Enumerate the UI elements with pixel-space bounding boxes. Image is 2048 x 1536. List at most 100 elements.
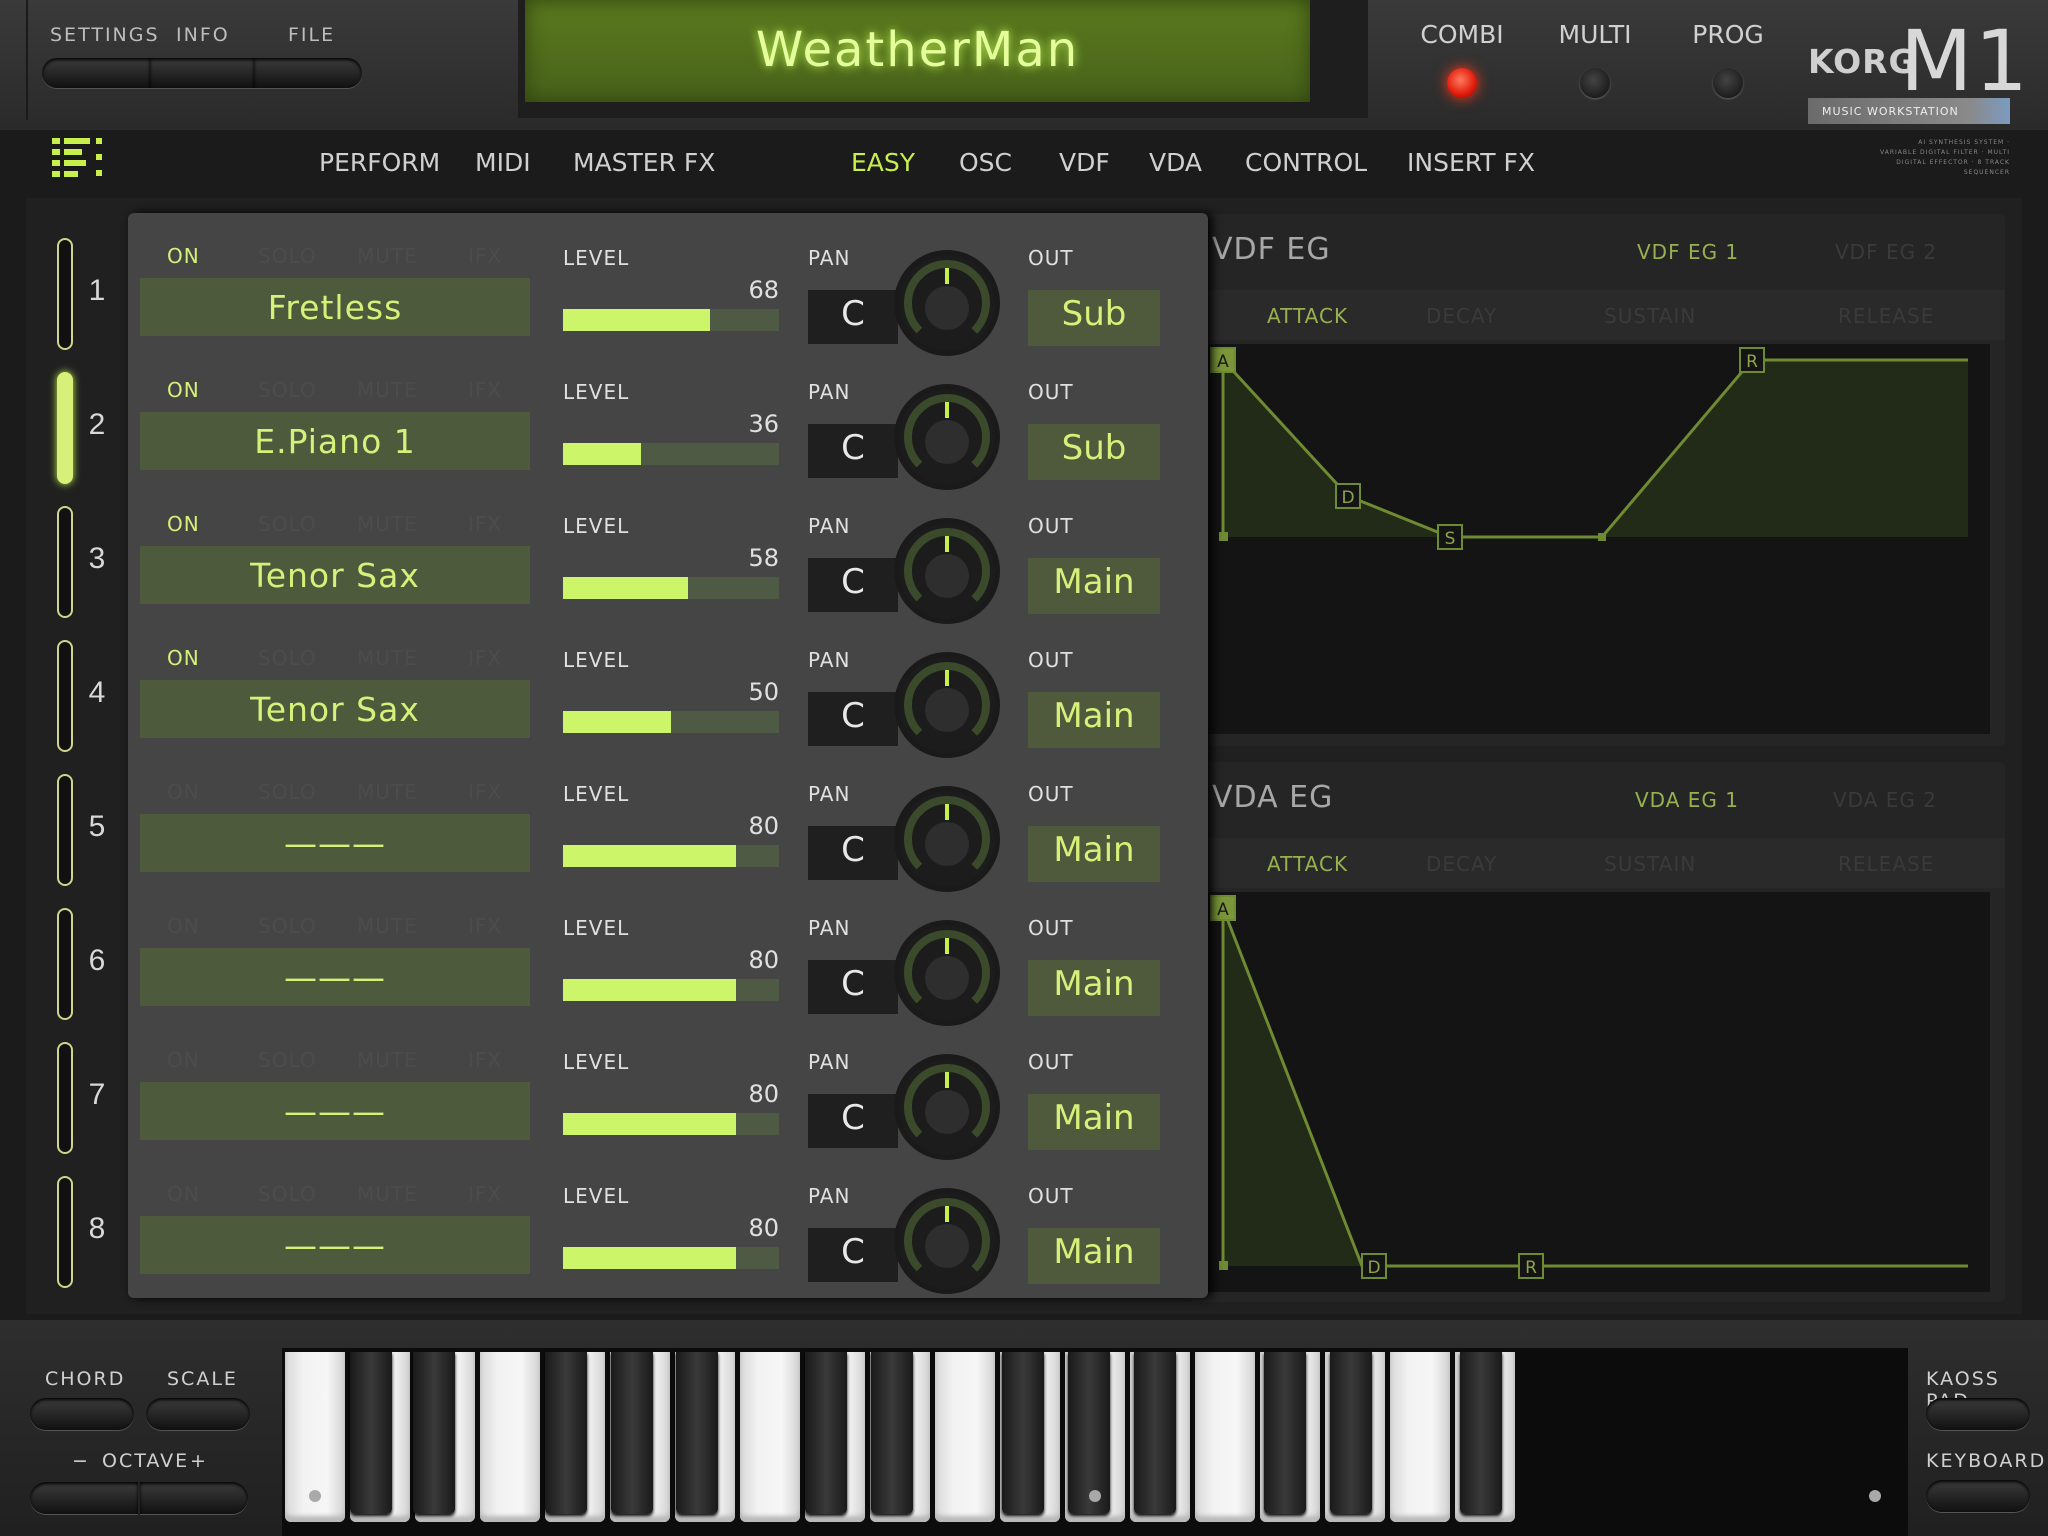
solo-toggle[interactable]: SOLO [258,780,317,804]
pan-knob[interactable] [894,250,1000,356]
black-key[interactable] [350,1352,392,1514]
solo-toggle[interactable]: SOLO [258,1182,317,1206]
tab-easy[interactable]: EASY [851,148,915,177]
on-toggle[interactable]: ON [167,244,200,268]
solo-toggle[interactable]: SOLO [258,512,317,536]
keyboard-button[interactable] [1926,1480,2030,1512]
vdf-eg-graph[interactable]: A D S R [1190,344,1990,734]
ifx-toggle[interactable]: IFX [468,780,502,804]
timbre-select-8[interactable] [57,1176,73,1288]
ifx-toggle[interactable]: IFX [468,646,502,670]
timbre-select-4[interactable] [57,640,73,752]
ifx-toggle[interactable]: IFX [468,914,502,938]
black-key[interactable] [611,1352,653,1514]
vdf-attack-tab[interactable]: ATTACK [1267,304,1348,328]
pan-knob[interactable] [894,518,1000,624]
on-toggle[interactable]: ON [167,914,200,938]
tab-perform[interactable]: PERFORM [319,148,440,177]
tab-vda[interactable]: VDA [1149,148,1202,177]
black-key[interactable] [1460,1352,1502,1514]
tab-midi[interactable]: MIDI [475,148,531,177]
mute-toggle[interactable]: MUTE [357,914,418,938]
timbre-select-7[interactable] [57,1042,73,1154]
pan-knob[interactable] [894,1054,1000,1160]
pan-knob[interactable] [894,652,1000,758]
timbre-select-5[interactable] [57,774,73,886]
black-key[interactable] [1330,1352,1372,1514]
on-toggle[interactable]: ON [167,1182,200,1206]
black-key[interactable] [413,1352,455,1514]
black-key[interactable] [871,1352,913,1514]
mode-prog-led[interactable] [1713,68,1743,98]
on-toggle[interactable]: ON [167,1048,200,1072]
mute-toggle[interactable]: MUTE [357,1048,418,1072]
vdf-sustain-tab[interactable]: SUSTAIN [1604,304,1696,328]
timbre-select-2[interactable] [57,372,73,484]
info-button[interactable] [150,58,254,88]
on-toggle[interactable]: ON [167,780,200,804]
white-key[interactable] [935,1352,995,1522]
mode-combi-led[interactable] [1447,68,1477,98]
vda-sustain-tab[interactable]: SUSTAIN [1604,852,1696,876]
ifx-toggle[interactable]: IFX [468,378,502,402]
menu-list-icon[interactable] [52,136,108,180]
kaoss-pad-button[interactable] [1926,1398,2030,1430]
vda-eg2-tab[interactable]: VDA EG 2 [1833,788,1937,812]
mute-toggle[interactable]: MUTE [357,780,418,804]
solo-toggle[interactable]: SOLO [258,244,317,268]
tab-vdf[interactable]: VDF [1059,148,1110,177]
tab-insert-fx[interactable]: INSERT FX [1407,148,1535,177]
tab-control[interactable]: CONTROL [1245,148,1367,177]
vda-decay-tab[interactable]: DECAY [1426,852,1497,876]
octave-up-button[interactable] [140,1482,248,1514]
octave-down-button[interactable] [30,1482,138,1514]
pan-knob[interactable] [894,786,1000,892]
timbre-select-1[interactable] [57,238,73,350]
ifx-toggle[interactable]: IFX [468,1048,502,1072]
chord-button[interactable] [30,1398,134,1430]
on-toggle[interactable]: ON [167,378,200,402]
on-toggle[interactable]: ON [167,646,200,670]
black-key[interactable] [1134,1352,1176,1514]
vdf-eg2-tab[interactable]: VDF EG 2 [1835,240,1937,264]
mute-toggle[interactable]: MUTE [357,244,418,268]
timbre-select-3[interactable] [57,506,73,618]
black-key[interactable] [676,1352,718,1514]
white-key[interactable] [740,1352,800,1522]
tab-master-fx[interactable]: MASTER FX [573,148,715,177]
ifx-toggle[interactable]: IFX [468,1182,502,1206]
combi-title[interactable]: WeatherMan [525,22,1310,78]
timbre-select-6[interactable] [57,908,73,1020]
solo-toggle[interactable]: SOLO [258,378,317,402]
black-key[interactable] [545,1352,587,1514]
vdf-eg1-tab[interactable]: VDF EG 1 [1637,240,1739,264]
scale-button[interactable] [146,1398,250,1430]
vda-attack-tab[interactable]: ATTACK [1267,852,1348,876]
solo-toggle[interactable]: SOLO [258,914,317,938]
ifx-toggle[interactable]: IFX [468,244,502,268]
mute-toggle[interactable]: MUTE [357,378,418,402]
white-key[interactable] [1195,1352,1255,1522]
white-key[interactable] [1390,1352,1450,1522]
vdf-release-tab[interactable]: RELEASE [1838,304,1934,328]
black-key[interactable] [1068,1352,1110,1514]
solo-toggle[interactable]: SOLO [258,646,317,670]
mute-toggle[interactable]: MUTE [357,512,418,536]
file-button[interactable] [254,58,362,88]
pan-knob[interactable] [894,384,1000,490]
mode-multi-led[interactable] [1580,68,1610,98]
mute-toggle[interactable]: MUTE [357,646,418,670]
black-key[interactable] [1264,1352,1306,1514]
white-key[interactable] [480,1352,540,1522]
on-toggle[interactable]: ON [167,512,200,536]
vda-eg1-tab[interactable]: VDA EG 1 [1635,788,1739,812]
ifx-toggle[interactable]: IFX [468,512,502,536]
mute-toggle[interactable]: MUTE [357,1182,418,1206]
vda-eg-graph[interactable]: A D R [1190,892,1990,1292]
black-key[interactable] [1002,1352,1044,1514]
vdf-decay-tab[interactable]: DECAY [1426,304,1497,328]
solo-toggle[interactable]: SOLO [258,1048,317,1072]
pan-knob[interactable] [894,920,1000,1026]
tab-osc[interactable]: OSC [959,148,1012,177]
vda-release-tab[interactable]: RELEASE [1838,852,1934,876]
